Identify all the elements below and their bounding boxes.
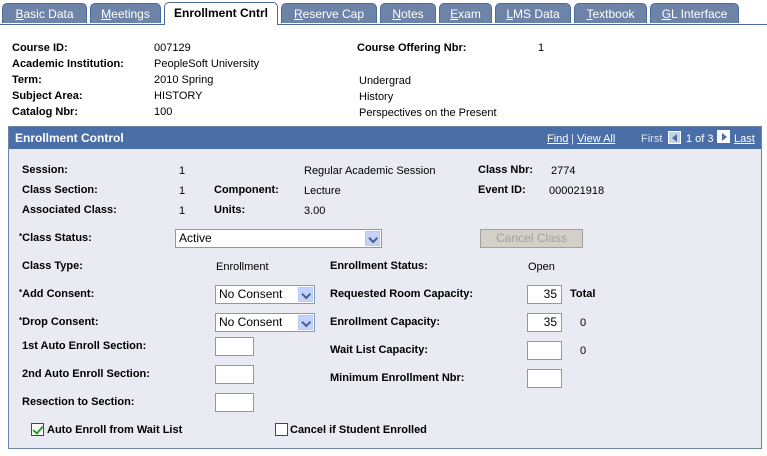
wait-list-capacity-input[interactable] <box>527 341 562 360</box>
session-value: 1 <box>179 165 186 177</box>
room-capacity-label: Requested Room Capacity: <box>330 288 474 300</box>
tab-lms-data[interactable]: LMS Data <box>495 3 571 23</box>
cancel-if-enrolled-label: Cancel if Student Enrolled <box>290 424 427 436</box>
units-value: 3.00 <box>304 205 326 217</box>
row-count: 1 of 3 <box>686 133 714 145</box>
catalog-label: Catalog Nbr: <box>12 106 78 118</box>
total-label: Total <box>570 288 596 300</box>
auto-enroll-wait-list-label: Auto Enroll from Wait List <box>47 424 183 436</box>
minimum-enrollment-label: Minimum Enrollment Nbr: <box>330 372 465 384</box>
auto-enroll-1-label: 1st Auto Enroll Section: <box>22 340 147 352</box>
subject-label: Subject Area: <box>12 90 83 102</box>
tab-notes[interactable]: Notes <box>380 3 436 23</box>
term-label: Term: <box>12 74 42 86</box>
tab-reserve-cap[interactable]: Reserve Cap <box>281 3 377 23</box>
chevron-down-icon[interactable] <box>298 315 313 330</box>
minimum-enrollment-input[interactable] <box>527 369 562 388</box>
event-id-label: Event ID: <box>478 184 526 196</box>
auto-enroll-2-input[interactable] <box>215 365 254 384</box>
associated-class-value: 1 <box>179 205 186 217</box>
room-capacity-input[interactable]: 35 <box>527 285 562 304</box>
tab-textbook[interactable]: Textbook <box>574 3 647 23</box>
resection-label: Resection to Section: <box>22 396 135 408</box>
cancel-class-button[interactable]: Cancel Class <box>480 229 583 248</box>
chevron-down-icon[interactable] <box>298 287 313 302</box>
tab-basic-data[interactable]: Basic Data <box>2 3 87 23</box>
auto-enroll-2-label: 2nd Auto Enroll Section: <box>22 368 150 380</box>
previous-arrow-icon[interactable] <box>668 131 681 144</box>
enrollment-total: 0 <box>580 317 587 329</box>
class-nbr-value: 2774 <box>551 165 576 177</box>
class-status-value: Active <box>179 231 212 245</box>
class-section-label: Class Section: <box>22 184 98 196</box>
add-consent-value: No Consent <box>219 287 283 301</box>
tab-gl-interface[interactable]: GL Interface <box>650 3 739 23</box>
class-nbr-label: Class Nbr: <box>478 164 534 176</box>
find-link[interactable]: Find <box>547 133 568 145</box>
session-label: Session: <box>22 164 68 176</box>
subject-desc: History <box>359 91 394 103</box>
next-arrow-icon[interactable] <box>717 130 730 143</box>
class-status-label: *Class Status: <box>19 232 92 244</box>
component-value: Lecture <box>304 185 341 197</box>
tab-exam[interactable]: Exam <box>439 3 492 23</box>
tab-underline <box>0 24 767 25</box>
tab-meetings[interactable]: Meetings <box>90 3 161 23</box>
auto-enroll-1-input[interactable] <box>215 337 254 356</box>
add-consent-select[interactable]: No Consent <box>215 285 315 304</box>
offering-label: Course Offering Nbr: <box>357 42 467 54</box>
drop-consent-label: *Drop Consent: <box>19 316 99 328</box>
enrollment-capacity-label: Enrollment Capacity: <box>330 316 441 328</box>
enrollment-capacity-input[interactable]: 35 <box>527 313 562 332</box>
auto-enroll-wait-list-checkbox[interactable] <box>31 423 44 436</box>
enrollment-status-value: Open <box>528 261 555 273</box>
offering-value: 1 <box>538 42 545 54</box>
event-id-value: 000021918 <box>549 185 605 197</box>
last-link[interactable]: Last <box>734 133 755 145</box>
catalog-desc: Perspectives on the Present <box>359 107 497 119</box>
enrollment-control-panel: Enrollment Control Find | View All First… <box>8 126 762 449</box>
add-consent-label: *Add Consent: <box>19 288 95 300</box>
term-value: 2010 Spring <box>154 74 214 86</box>
course-id-value: 007129 <box>154 42 191 54</box>
drop-consent-select[interactable]: No Consent <box>215 313 315 332</box>
units-label: Units: <box>214 204 246 216</box>
catalog-value: 100 <box>154 106 173 118</box>
view-all-link[interactable]: View All <box>577 133 615 145</box>
drop-consent-value: No Consent <box>219 315 283 329</box>
associated-class-label: Associated Class: <box>22 204 117 216</box>
cancel-if-enrolled-checkbox[interactable] <box>275 423 288 436</box>
tab-enrollment-cntrl[interactable]: Enrollment Cntrl <box>164 2 278 25</box>
enrollment-status-label: Enrollment Status: <box>330 260 428 272</box>
checkmark-icon <box>32 423 44 435</box>
institution-value: PeopleSoft University <box>154 58 260 70</box>
resection-input[interactable] <box>215 393 254 412</box>
component-label: Component: <box>214 184 279 196</box>
session-desc: Regular Academic Session <box>304 165 436 177</box>
class-status-select[interactable]: Active <box>175 229 382 248</box>
class-type-label: Class Type: <box>22 260 83 272</box>
class-section-value: 1 <box>179 185 186 197</box>
panel-header: Enrollment Control Find | View All First… <box>9 127 761 149</box>
tab-bar: Basic Data Meetings Enrollment Cntrl Res… <box>0 0 767 25</box>
subject-value: HISTORY <box>154 90 203 102</box>
class-type-value: Enrollment <box>216 261 269 273</box>
nav-separator: | <box>571 133 574 145</box>
wait-list-total: 0 <box>580 345 587 357</box>
institution-label: Academic Institution: <box>12 58 124 70</box>
course-id-label: Course ID: <box>12 42 68 54</box>
chevron-down-icon[interactable] <box>365 231 380 246</box>
first-label: First <box>641 133 663 145</box>
career-value: Undergrad <box>359 75 411 87</box>
wait-list-capacity-label: Wait List Capacity: <box>330 344 428 356</box>
panel-title: Enrollment Control <box>15 131 124 145</box>
